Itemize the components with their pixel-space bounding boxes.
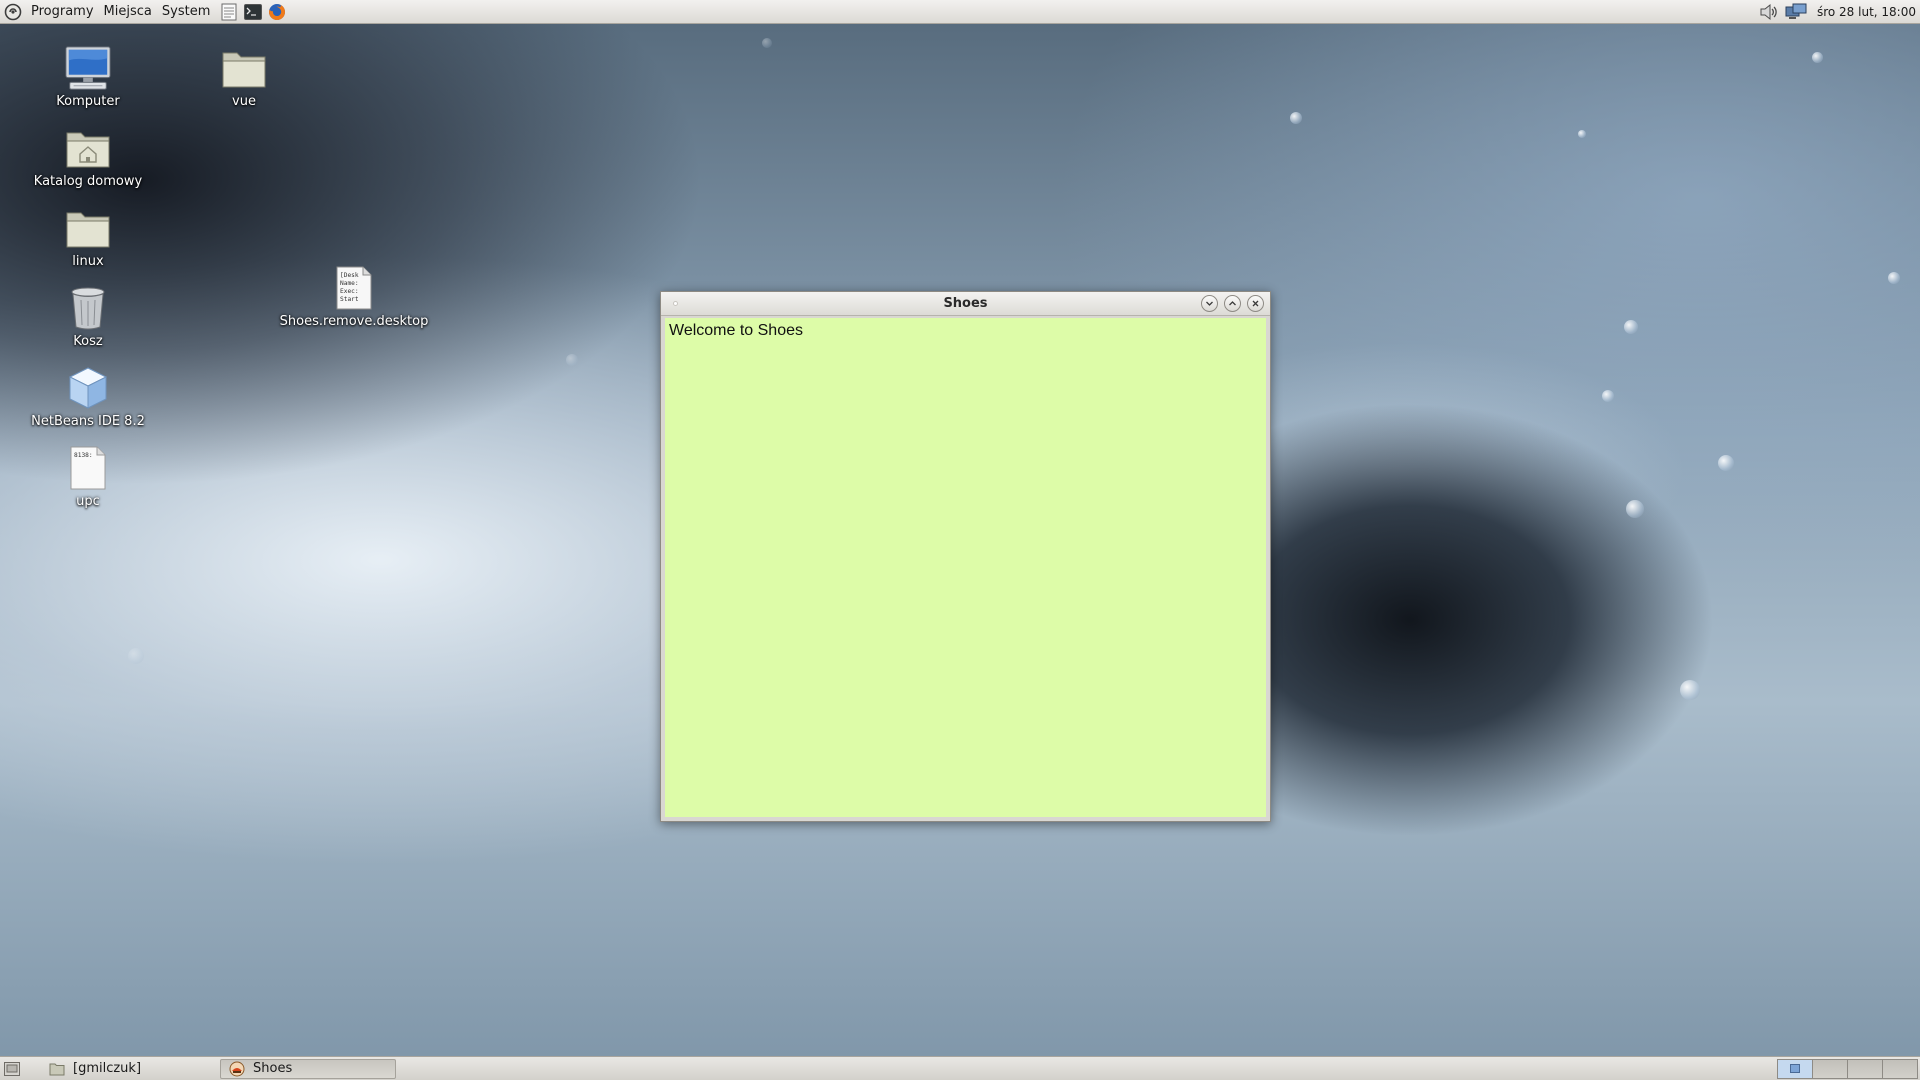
file-preview-line: Start bbox=[340, 296, 359, 303]
desktop-icon-netbeans[interactable]: NetBeans IDE 8.2 bbox=[23, 364, 153, 429]
workspace-switcher bbox=[1777, 1058, 1918, 1079]
water-drop bbox=[1812, 52, 1823, 63]
file-preview-line: Exec: bbox=[340, 288, 359, 295]
minimize-button[interactable] bbox=[1201, 295, 1218, 312]
home-folder-icon bbox=[66, 132, 110, 168]
file-preview-line: Name: bbox=[340, 280, 359, 287]
taskbar-item-label: Shoes bbox=[253, 1061, 293, 1076]
desktop-icon-vue[interactable]: vue bbox=[179, 44, 309, 109]
window-thumbnail bbox=[1790, 1064, 1800, 1073]
workspace-3[interactable] bbox=[1847, 1058, 1883, 1079]
water-drop bbox=[1578, 130, 1586, 138]
water-drop bbox=[1888, 272, 1900, 284]
menu-programy[interactable]: Programy bbox=[26, 0, 99, 24]
file-preview-line: 8138: bbox=[74, 452, 93, 459]
water-drop bbox=[1680, 680, 1700, 700]
desktop-file-icon: [Desk Name: Exec: Start bbox=[336, 266, 372, 310]
desktop-icon-linux[interactable]: linux bbox=[23, 204, 153, 269]
desktop-icon-katalog-domowy[interactable]: Katalog domowy bbox=[23, 124, 153, 189]
computer-icon bbox=[65, 46, 111, 90]
workspace-4[interactable] bbox=[1882, 1058, 1918, 1079]
water-drop bbox=[1624, 320, 1638, 334]
text-editor-icon bbox=[221, 3, 237, 20]
folder-icon bbox=[49, 1063, 65, 1075]
network-icon[interactable] bbox=[1785, 3, 1807, 21]
file-preview-line: [Desk bbox=[340, 272, 359, 279]
desktop-icon-shoes-remove-desktop[interactable]: [Desk Name: Exec: Start Shoes.remove.des… bbox=[280, 264, 428, 329]
folder-icon bbox=[66, 212, 110, 248]
top-panel: Programy Miejsca System śro 28 lut, 18:0… bbox=[0, 0, 1920, 24]
desktop-icon-label: linux bbox=[72, 254, 104, 269]
bottom-panel: [gmilczuk] Shoes bbox=[0, 1056, 1920, 1080]
chevron-down-icon bbox=[1206, 301, 1213, 306]
desktop-icon-label: upc bbox=[76, 494, 100, 509]
water-drop bbox=[1626, 500, 1644, 518]
water-drop bbox=[1718, 455, 1734, 471]
water-drop bbox=[1290, 112, 1302, 124]
workspace-1[interactable] bbox=[1777, 1058, 1813, 1079]
maximize-button[interactable] bbox=[1224, 295, 1241, 312]
desktop-icon-kosz[interactable]: Kosz bbox=[23, 284, 153, 349]
terminal-icon bbox=[244, 3, 263, 20]
water-drop bbox=[566, 354, 578, 366]
workspace-2[interactable] bbox=[1812, 1058, 1848, 1079]
terminal-launcher[interactable] bbox=[243, 2, 263, 22]
desktop-icon-label: Komputer bbox=[56, 94, 120, 109]
menu-system[interactable]: System bbox=[157, 0, 215, 24]
shoes-icon bbox=[229, 1061, 245, 1076]
taskbar-item-shoes[interactable]: Shoes bbox=[220, 1058, 396, 1079]
taskbar-item-label: [gmilczuk] bbox=[73, 1061, 142, 1076]
text-file-icon: 8138: bbox=[70, 446, 106, 490]
firefox-launcher[interactable] bbox=[267, 2, 287, 22]
window-controls bbox=[1201, 295, 1264, 312]
close-button[interactable] bbox=[1247, 295, 1264, 312]
window-menu-icon[interactable] bbox=[673, 301, 678, 306]
welcome-text: Welcome to Shoes bbox=[669, 322, 803, 339]
chevron-up-icon bbox=[1229, 301, 1236, 306]
gnome-foot-icon[interactable] bbox=[4, 3, 22, 21]
text-editor-launcher[interactable] bbox=[219, 2, 239, 22]
window-title: Shoes bbox=[943, 296, 988, 311]
desktop-icon-komputer[interactable]: Komputer bbox=[23, 44, 153, 109]
show-desktop-button[interactable] bbox=[2, 1059, 22, 1079]
desktop-icon-label: Shoes.remove.desktop bbox=[279, 314, 429, 329]
window-titlebar[interactable]: Shoes bbox=[661, 292, 1270, 316]
trash-icon bbox=[71, 287, 105, 330]
desktop-icon-label: Katalog domowy bbox=[33, 174, 143, 189]
desktop-icon-label: vue bbox=[232, 94, 256, 109]
clock[interactable]: śro 28 lut, 18:00 bbox=[1813, 5, 1916, 19]
close-icon bbox=[1252, 300, 1259, 307]
netbeans-icon bbox=[68, 367, 108, 409]
desktop-icon-upc[interactable]: 8138: upc bbox=[23, 444, 153, 509]
shoes-window: Shoes Welcome to Shoes bbox=[660, 291, 1271, 822]
menu-miejsca[interactable]: Miejsca bbox=[99, 0, 157, 24]
desktop-icon-label: NetBeans IDE 8.2 bbox=[31, 414, 145, 429]
taskbar-item-gmilczuk[interactable]: [gmilczuk] bbox=[40, 1059, 216, 1079]
folder-icon bbox=[222, 52, 266, 88]
show-desktop-icon bbox=[4, 1061, 20, 1076]
water-drop bbox=[128, 648, 144, 664]
volume-icon[interactable] bbox=[1759, 3, 1779, 21]
notification-area: śro 28 lut, 18:00 bbox=[1759, 3, 1920, 21]
desktop-icon-label: Kosz bbox=[73, 334, 103, 349]
water-drop bbox=[762, 38, 772, 48]
shoes-canvas: Welcome to Shoes bbox=[665, 318, 1266, 817]
firefox-icon bbox=[269, 3, 286, 20]
water-drop bbox=[1602, 390, 1614, 402]
